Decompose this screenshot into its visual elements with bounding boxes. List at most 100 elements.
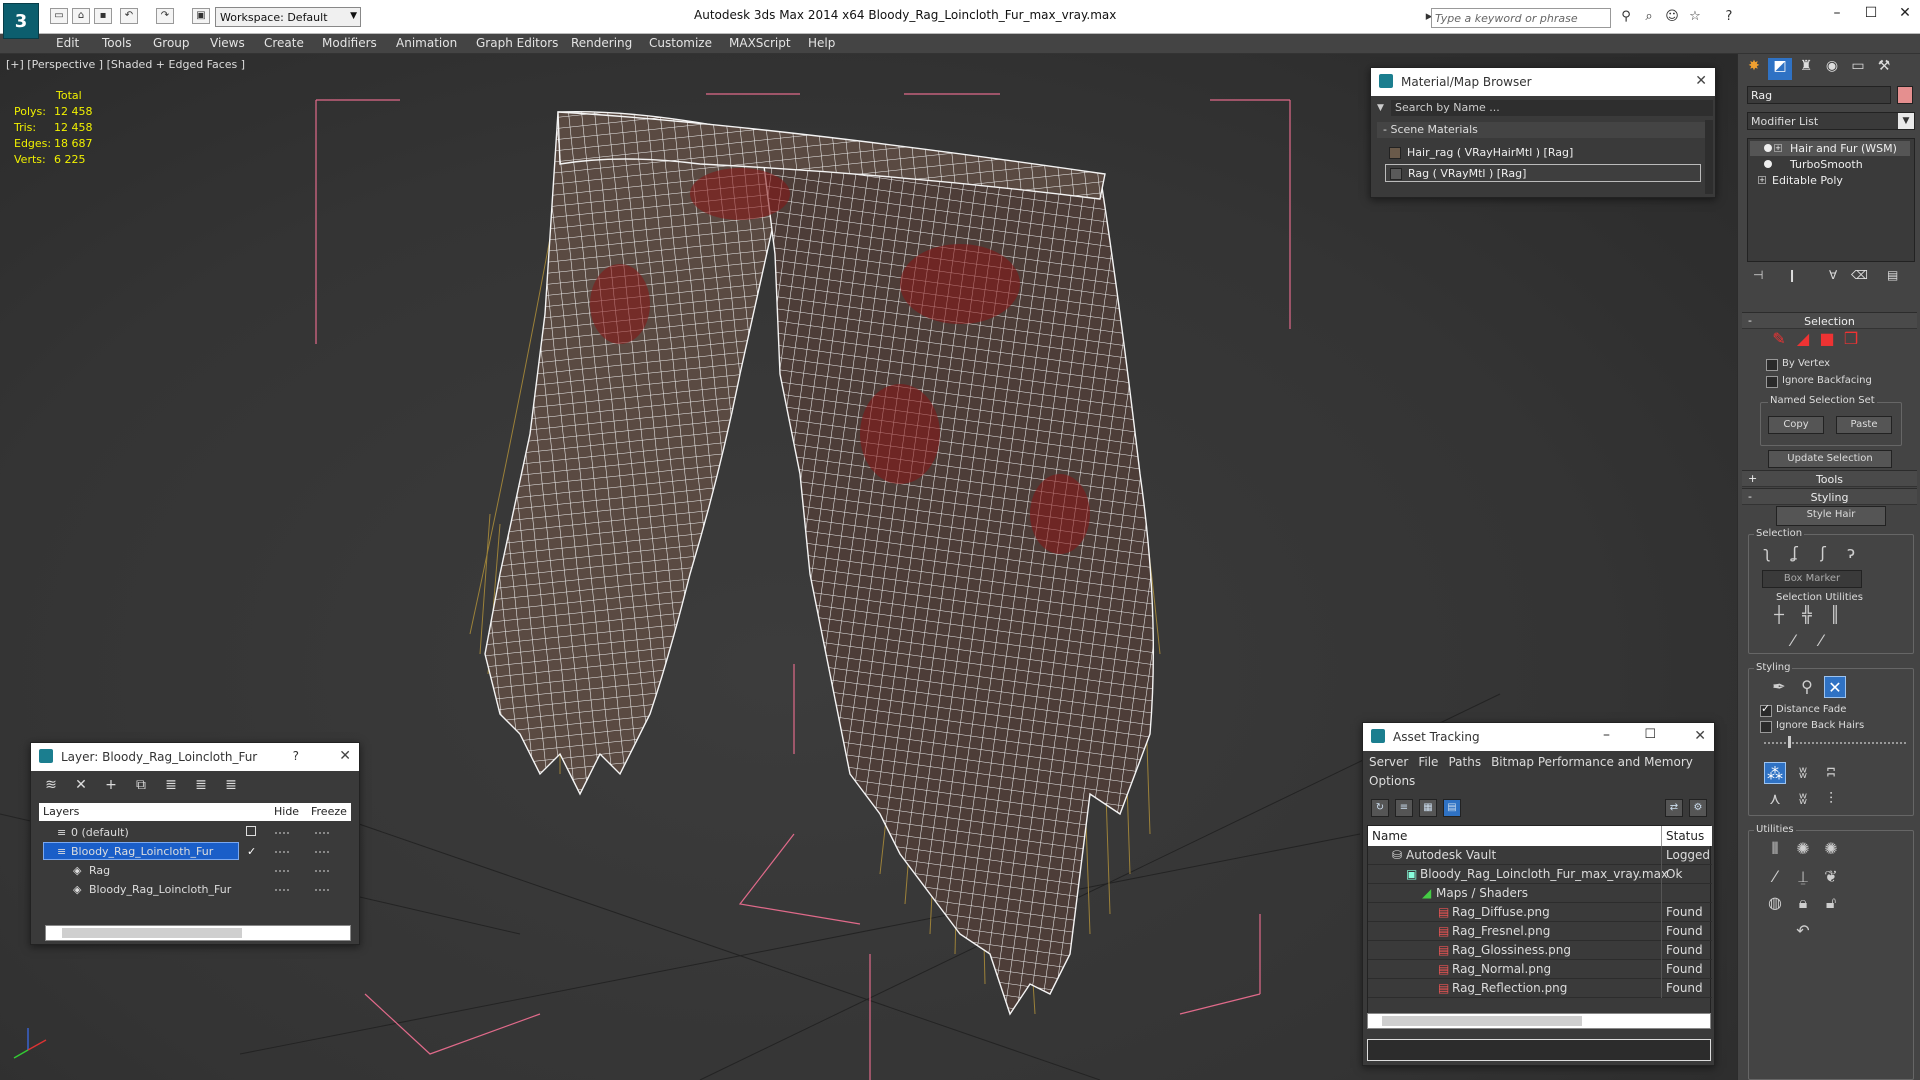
hide-toggle[interactable] <box>275 870 289 872</box>
select-objects-icon[interactable]: ⧉ <box>131 777 151 795</box>
table-view-icon[interactable]: ▤ <box>1443 799 1461 817</box>
modify-tab-icon[interactable]: ◩ <box>1768 58 1792 80</box>
menu-graph-editors[interactable]: Graph Editors <box>476 36 558 50</box>
lock-icon[interactable]: 🔒︎ <box>1792 892 1814 914</box>
asset-tracking-titlebar[interactable]: Asset Tracking – ☐ ✕ <box>1363 723 1714 751</box>
scale-brush-icon[interactable]: ⫶ <box>1820 788 1842 810</box>
create-tab-icon[interactable]: ✸ <box>1742 58 1766 80</box>
stack-item-editable-poly[interactable]: + Editable Poly <box>1750 173 1910 188</box>
minimize-button[interactable]: – <box>1822 5 1852 25</box>
refresh-icon[interactable]: ↻ <box>1371 799 1389 817</box>
menu-options[interactable]: Options <box>1369 774 1415 788</box>
freeze-toggle[interactable] <box>315 832 329 834</box>
puff-roots-icon[interactable]: ʭ <box>1820 762 1842 784</box>
pop-selected-icon[interactable]: ✺ <box>1792 838 1814 860</box>
selection-rollout-header[interactable]: - Selection <box>1742 312 1917 329</box>
hide-all-icon[interactable]: ≣ <box>191 777 211 795</box>
help-icon[interactable]: ? <box>1720 9 1738 25</box>
freeze-toggle[interactable] <box>315 851 329 853</box>
expand-icon[interactable]: + <box>1774 144 1782 152</box>
menu-bitmap-performance[interactable]: Bitmap Performance and Memory <box>1491 755 1693 769</box>
select-tool-icon[interactable]: ⚲ <box>1796 676 1818 698</box>
maximize-button[interactable]: ☐ <box>1644 727 1656 742</box>
favorites-star-icon[interactable]: ☆ <box>1686 9 1704 25</box>
unlock-icon[interactable]: 🔓︎ <box>1820 892 1842 914</box>
clump-icon[interactable]: ⋏ <box>1764 788 1786 810</box>
stack-item-turbosmooth[interactable]: TurboSmooth <box>1750 157 1910 172</box>
recomb-icon[interactable]: ⁄ <box>1764 866 1786 888</box>
search-icon[interactable]: ⌕ <box>1640 9 1658 25</box>
vault-settings-icon[interactable]: ⚙ <box>1689 799 1707 817</box>
menu-maxscript[interactable]: MAXScript <box>729 36 791 50</box>
style-hair-button[interactable]: Style Hair <box>1776 506 1886 526</box>
thumbnail-view-icon[interactable]: ▦ <box>1419 799 1437 817</box>
undo-style-icon[interactable]: ↶ <box>1792 920 1814 942</box>
show-end-result-icon[interactable]: ❙ <box>1787 268 1797 282</box>
menu-tools[interactable]: Tools <box>102 36 132 50</box>
display-tab-icon[interactable]: ▭ <box>1846 58 1870 80</box>
help-icon[interactable]: ? <box>293 749 299 763</box>
close-button[interactable]: ✕ <box>1890 5 1920 25</box>
show-hidden-icon[interactable]: ⁄ <box>1810 630 1832 652</box>
layer-panel-titlebar[interactable]: Layer: Bloody_Rag_Loincloth_Fur? ✕ <box>31 743 359 771</box>
material-browser-scrollbar[interactable] <box>1705 120 1713 194</box>
menu-views[interactable]: Views <box>210 36 245 50</box>
search-options-icon[interactable]: ▼ <box>1377 103 1384 113</box>
invert-selection-icon[interactable]: ┼ <box>1768 604 1790 626</box>
add-layer-icon[interactable]: + <box>101 777 121 795</box>
configure-sets-icon[interactable]: ▤ <box>1887 268 1898 282</box>
freeze-all-icon[interactable]: ≣ <box>221 777 241 795</box>
checkmark-icon[interactable]: ✓ <box>247 845 256 858</box>
close-icon[interactable]: ✕ <box>1695 73 1707 89</box>
close-icon[interactable]: ✕ <box>339 748 351 764</box>
object-name-field[interactable]: Rag <box>1747 86 1891 104</box>
asset-row[interactable]: ▤ Rag_Glossiness.png Found <box>1368 941 1712 960</box>
current-layer-checkbox[interactable] <box>246 826 256 836</box>
menu-rendering[interactable]: Rendering <box>571 36 632 50</box>
asset-row[interactable]: ◢ Maps / Shaders <box>1368 884 1712 903</box>
binoculars-icon[interactable]: ⚲ <box>1617 9 1635 25</box>
face-select-icon[interactable]: ◢ <box>1792 328 1814 350</box>
menu-create[interactable]: Create <box>264 36 304 50</box>
delete-layer-icon[interactable]: ✕ <box>71 777 91 795</box>
menu-customize[interactable]: Customize <box>649 36 712 50</box>
box-marker-dropdown[interactable]: Box Marker <box>1762 570 1862 588</box>
layer-object-row[interactable]: ◈ Bloody_Rag_Loincloth_Fur <box>39 880 351 899</box>
translate-brush-icon[interactable]: ⁂ <box>1764 762 1786 784</box>
close-icon[interactable]: ✕ <box>1694 728 1706 744</box>
material-browser-titlebar[interactable]: Material/Map Browser ✕ <box>1371 68 1715 96</box>
layer-object-row[interactable]: ◈ Rag <box>39 861 351 880</box>
remove-modifier-icon[interactable]: ⌫ <box>1851 268 1868 282</box>
pin-stack-icon[interactable]: ⊣ <box>1753 268 1763 282</box>
expand-selection-icon[interactable]: ║ <box>1824 604 1846 626</box>
toggle-collisions-icon[interactable]: ❦ <box>1820 866 1842 888</box>
menu-help[interactable]: Help <box>808 36 835 50</box>
ignore-backfacing-checkbox[interactable]: Ignore Backfacing <box>1766 375 1872 388</box>
styling-rollout-header[interactable]: - Styling <box>1742 488 1917 505</box>
select-whole-guide-icon[interactable]: ʆ <box>1784 542 1806 564</box>
stand-brush-icon[interactable]: ʬ <box>1792 762 1814 784</box>
select-by-root-icon[interactable]: ɂ <box>1840 542 1862 564</box>
tools-rollout-header[interactable]: + Tools <box>1742 470 1917 487</box>
stack-item-hair-and-fur[interactable]: + Hair and Fur (WSM) <box>1750 141 1910 156</box>
name-column-header[interactable]: Name <box>1372 829 1407 843</box>
app-logo-button[interactable]: 3 <box>3 3 39 39</box>
undo-icon[interactable]: ↶ <box>120 8 138 24</box>
utilities-tab-icon[interactable]: ⚒ <box>1872 58 1896 80</box>
menu-server[interactable]: Server <box>1369 755 1408 769</box>
ignore-back-hairs-checkbox[interactable]: Ignore Back Hairs <box>1760 720 1864 733</box>
brush-size-slider[interactable] <box>1764 742 1906 744</box>
modifier-list-dropdown[interactable]: Modifier List ▼ <box>1747 112 1915 130</box>
layers-column-header[interactable]: Layers <box>43 805 79 818</box>
menu-paths[interactable]: Paths <box>1448 755 1481 769</box>
asset-horizontal-scrollbar[interactable] <box>1367 1013 1711 1029</box>
pop-zero-sel-icon[interactable]: ✺ <box>1820 838 1842 860</box>
new-file-icon[interactable]: ▭ <box>50 8 68 24</box>
minimize-button[interactable]: – <box>1603 727 1610 743</box>
hide-toggle[interactable] <box>275 832 289 834</box>
layer-horizontal-scrollbar[interactable] <box>45 925 351 941</box>
open-file-icon[interactable]: ⌂ <box>72 8 90 24</box>
hide-selected-icon[interactable]: ⁄ <box>1782 630 1804 652</box>
project-folder-icon[interactable]: ▣ <box>192 8 210 24</box>
layer-row-selected[interactable]: ≡ Bloody_Rag_Loincloth_Fur ✓ <box>39 842 351 861</box>
